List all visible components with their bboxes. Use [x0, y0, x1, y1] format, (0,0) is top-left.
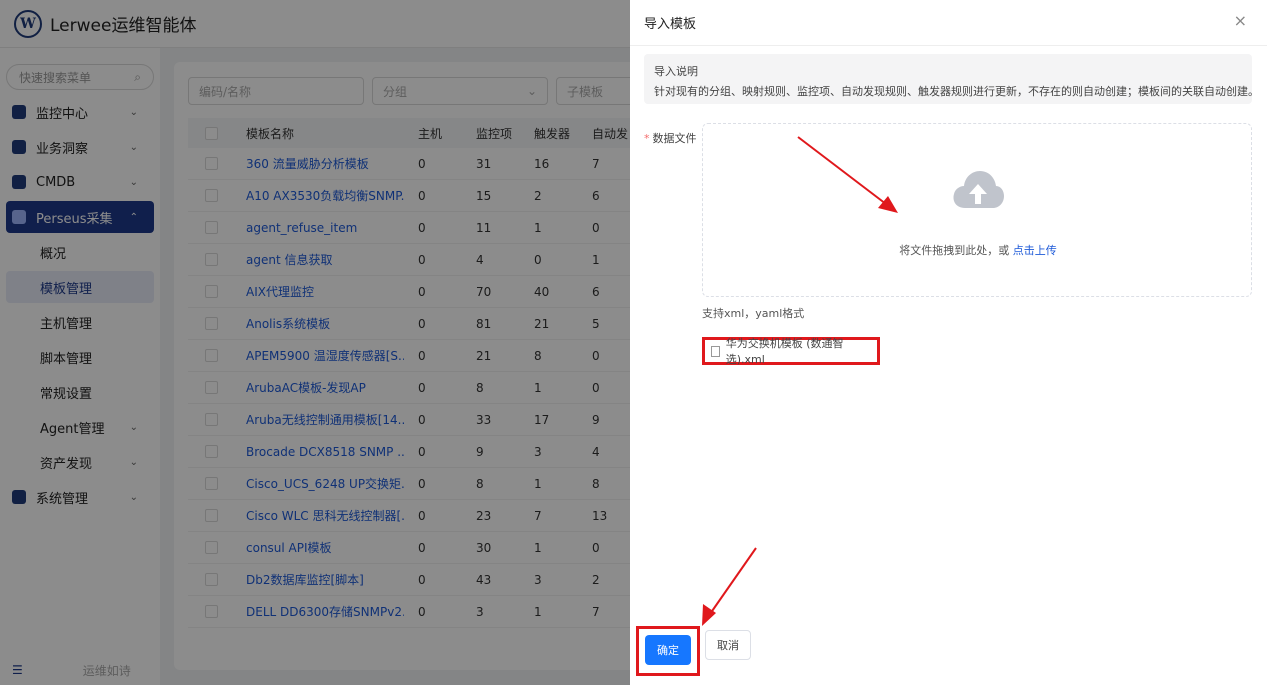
data-file-label-text: 数据文件: [652, 132, 697, 145]
notice-text: 针对现有的分组、映射规则、监控项、自动发现规则、触发器规则进行更新，不存在的则自…: [654, 85, 1259, 98]
drawer-footer: 确定 取消: [630, 626, 1267, 685]
modal-mask[interactable]: [0, 0, 630, 685]
upload-dropzone[interactable]: 将文件拖拽到此处，或 点击上传: [702, 123, 1252, 297]
close-icon[interactable]: ×: [1234, 13, 1247, 29]
data-file-label: * 数据文件: [644, 130, 697, 146]
upload-text: 将文件拖拽到此处，或: [899, 244, 1010, 257]
uploaded-file-item[interactable]: 华为交换机模板 (数通智选).xml: [702, 337, 880, 366]
import-template-drawer: 导入模板 × 导入说明 针对现有的分组、映射规则、监控项、自动发现规则、触发器规…: [630, 0, 1267, 685]
confirm-button[interactable]: 确定: [645, 635, 691, 665]
drawer-header: 导入模板 ×: [630, 0, 1267, 46]
file-name: 华为交换机模板 (数通智选).xml: [725, 337, 844, 366]
import-notice: 导入说明 针对现有的分组、映射规则、监控项、自动发现规则、触发器规则进行更新，不…: [644, 54, 1259, 104]
cancel-button[interactable]: 取消: [705, 630, 751, 660]
required-mark: *: [644, 132, 650, 145]
cloud-upload-icon: [953, 171, 1004, 208]
confirm-highlight-box: 确定: [636, 626, 700, 676]
upload-hint: 将文件拖拽到此处，或 点击上传: [703, 242, 1253, 258]
click-upload-link[interactable]: 点击上传: [1013, 244, 1057, 257]
notice-title: 导入说明: [654, 65, 698, 78]
format-tip: 支持xml，yaml格式: [702, 307, 805, 320]
drawer-title: 导入模板: [644, 17, 697, 32]
document-icon: [711, 345, 720, 357]
